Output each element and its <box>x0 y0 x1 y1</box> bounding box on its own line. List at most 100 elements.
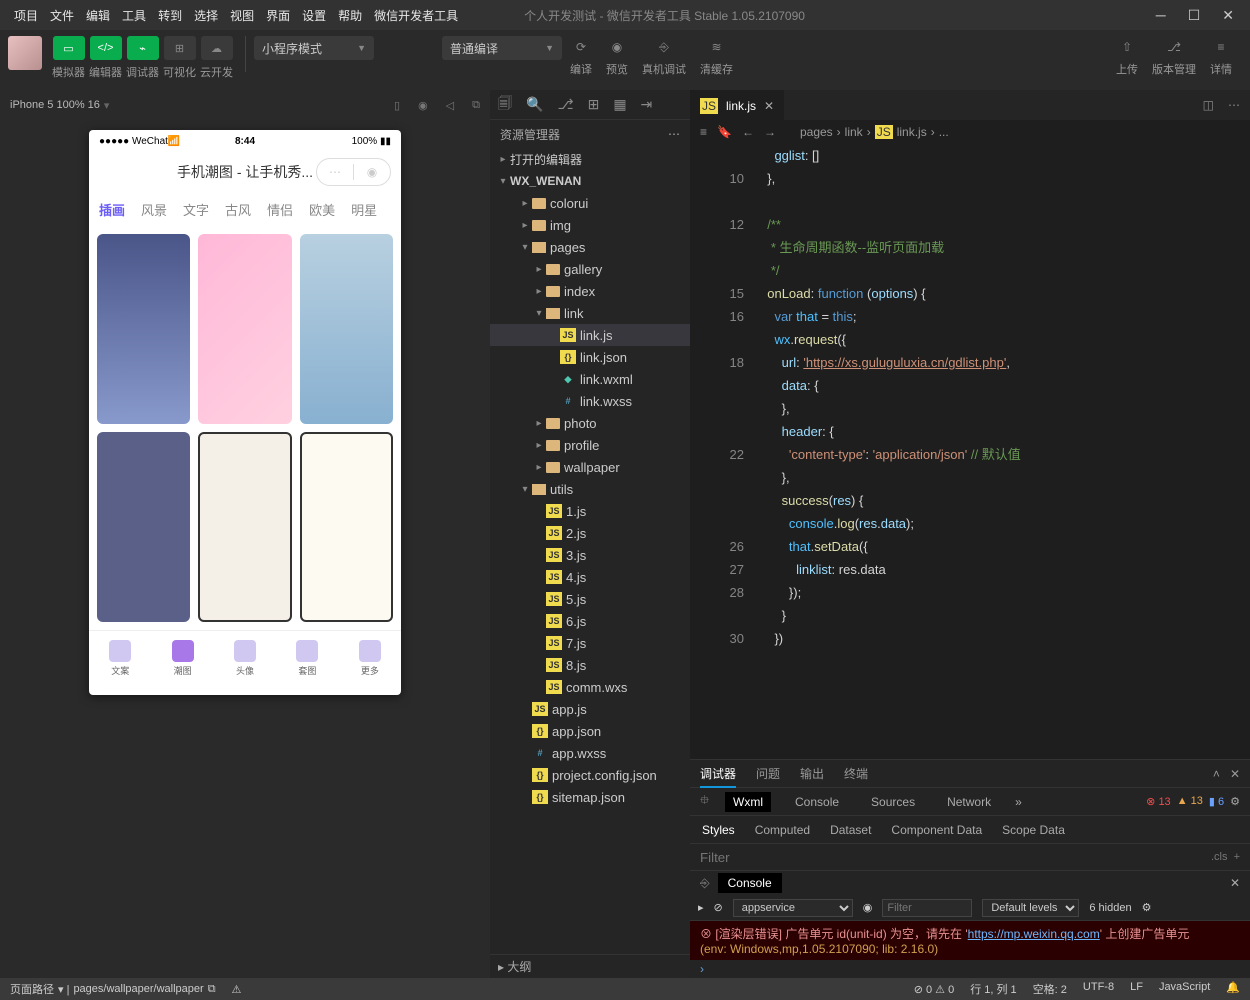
remote-debug-icon[interactable]: ⎆ <box>653 36 675 58</box>
language-info[interactable]: JavaScript <box>1159 981 1210 997</box>
subtab-wxml[interactable]: Wxml <box>725 792 771 812</box>
explorer-search-icon[interactable]: 🔍 <box>526 96 543 113</box>
tree-item-colorui[interactable]: ▸colorui <box>490 192 690 214</box>
close-tab-icon[interactable]: ✕ <box>764 99 774 113</box>
debugger-button[interactable]: ⌁ <box>127 36 159 60</box>
gallery-image[interactable] <box>198 432 291 622</box>
tree-item-app.js[interactable]: JSapp.js <box>490 698 690 720</box>
code-editor[interactable]: 10 12 1516 18 22 262728 30 gglist: [] },… <box>690 144 1250 759</box>
gallery-image[interactable] <box>97 432 190 622</box>
tabbar-item[interactable]: 头像 <box>214 631 276 686</box>
console-prompt[interactable]: › <box>690 960 1250 978</box>
compile-type-dropdown[interactable]: 普通编译▼ <box>442 36 562 60</box>
menu-help[interactable]: 帮助 <box>332 7 368 24</box>
capsule-menu-icon[interactable]: ⋯ <box>317 165 353 179</box>
settings-icon[interactable]: ⚙ <box>1230 795 1240 808</box>
explorer-more-icon[interactable]: ▦ <box>613 96 626 113</box>
tree-item-8.js[interactable]: JS8.js <box>490 654 690 676</box>
tree-item-comm.wxs[interactable]: JScomm.wxs <box>490 676 690 698</box>
nav-fwd-icon[interactable]: → <box>764 125 776 139</box>
sim-mute-icon[interactable]: ◁ <box>446 99 454 112</box>
info-count[interactable]: ▮ 6 <box>1209 795 1224 808</box>
maximize-icon[interactable]: ☐ <box>1188 7 1201 24</box>
menu-ui[interactable]: 界面 <box>260 7 296 24</box>
tree-item-5.js[interactable]: JS5.js <box>490 588 690 610</box>
close-icon[interactable]: ✕ <box>1222 7 1234 24</box>
tree-item-3.js[interactable]: JS3.js <box>490 544 690 566</box>
more-icon[interactable]: ⋯ <box>668 127 680 141</box>
notification-icon[interactable]: 🔔 <box>1226 981 1240 997</box>
tree-item-sitemap.json[interactable]: {}sitemap.json <box>490 786 690 808</box>
levels-select[interactable]: Default levels <box>982 899 1079 917</box>
error-link[interactable]: https://mp.weixin.qq.com <box>968 927 1100 941</box>
tree-item-gallery[interactable]: ▸gallery <box>490 258 690 280</box>
capsule-close-icon[interactable]: ◉ <box>354 165 390 179</box>
visual-button[interactable]: ⊞ <box>164 36 196 60</box>
styles-filter-input[interactable] <box>700 850 800 865</box>
menu-file[interactable]: 文件 <box>44 7 80 24</box>
eye-icon[interactable]: ◉ <box>863 901 873 914</box>
avatar[interactable] <box>8 36 42 70</box>
console-tab[interactable]: Console <box>718 873 782 893</box>
tree-item-6.js[interactable]: JS6.js <box>490 610 690 632</box>
cursor-pos[interactable]: 行 1, 列 1 <box>970 981 1016 997</box>
tree-item-link.js[interactable]: JSlink.js <box>490 324 690 346</box>
scope-data-tab[interactable]: Scope Data <box>1002 823 1065 837</box>
editor-button[interactable]: </> <box>90 36 122 60</box>
devtools-tab-problems[interactable]: 问题 <box>756 765 780 782</box>
console-filter-input[interactable] <box>882 899 972 917</box>
menu-select[interactable]: 选择 <box>188 7 224 24</box>
devtools-tab-terminal[interactable]: 终端 <box>844 765 868 782</box>
tree-item-pages[interactable]: ▾pages <box>490 236 690 258</box>
tabbar-item[interactable]: 套图 <box>276 631 338 686</box>
clear-cache-icon[interactable]: ≋ <box>706 36 728 58</box>
split-editor-icon[interactable]: ◫ <box>1203 98 1214 112</box>
upload-icon[interactable]: ⇧ <box>1116 36 1138 58</box>
minimize-icon[interactable]: ─ <box>1156 7 1166 24</box>
cloud-button[interactable]: ☁ <box>201 36 233 60</box>
eol-info[interactable]: LF <box>1130 981 1143 997</box>
console-settings-icon[interactable]: ⚙ <box>1142 901 1152 914</box>
category-tabs[interactable]: 插画 风景文字 古风情侣 欧美明星 <box>89 192 401 226</box>
problems-count[interactable]: ⊘ 0 ⚠ 0 <box>914 983 954 996</box>
sim-device-icon[interactable]: ▯ <box>394 99 400 112</box>
tree-item-link.wxml[interactable]: ◆link.wxml <box>490 368 690 390</box>
dataset-tab[interactable]: Dataset <box>830 823 871 837</box>
tree-item-app.json[interactable]: {}app.json <box>490 720 690 742</box>
gallery-image[interactable] <box>198 234 291 424</box>
editor-more-icon[interactable]: ⋯ <box>1228 98 1240 112</box>
tree-item-img[interactable]: ▸img <box>490 214 690 236</box>
preview-icon[interactable]: ◉ <box>606 36 628 58</box>
tree-item-profile[interactable]: ▸profile <box>490 434 690 456</box>
project-section[interactable]: ▾WX_WENAN <box>490 170 690 192</box>
tree-item-app.wxss[interactable]: #app.wxss <box>490 742 690 764</box>
error-count[interactable]: ⊗ 13 <box>1146 795 1171 808</box>
add-style-icon[interactable]: + <box>1234 851 1240 863</box>
encoding-info[interactable]: UTF-8 <box>1083 981 1114 997</box>
component-data-tab[interactable]: Component Data <box>891 823 982 837</box>
more-tabs-icon[interactable]: » <box>1015 795 1022 809</box>
opened-editors-section[interactable]: ▸打开的编辑器 <box>490 148 690 170</box>
details-icon[interactable]: ≡ <box>1210 36 1232 58</box>
explorer-collapse-icon[interactable]: ⇥ <box>641 96 653 113</box>
menu-goto[interactable]: 转到 <box>152 7 188 24</box>
menu-edit[interactable]: 编辑 <box>80 7 116 24</box>
editor-tab[interactable]: JS link.js ✕ <box>690 90 784 120</box>
styles-tab[interactable]: Styles <box>702 823 735 837</box>
gallery-image[interactable] <box>300 234 393 424</box>
version-icon[interactable]: ⎇ <box>1163 36 1185 58</box>
subtab-sources[interactable]: Sources <box>863 792 923 812</box>
warning-count[interactable]: ▲ 13 <box>1177 795 1203 808</box>
page-route[interactable]: 页面路径 ▾ | pages/wallpaper/wallpaper ⧉ <box>10 981 216 997</box>
tree-item-1.js[interactable]: JS1.js <box>490 500 690 522</box>
device-label[interactable]: iPhone 5 100% 16 <box>10 99 100 111</box>
cls-toggle[interactable]: .cls <box>1211 851 1228 863</box>
subtab-console[interactable]: Console <box>787 792 847 812</box>
tree-item-link.json[interactable]: {}link.json <box>490 346 690 368</box>
explorer-branch-icon[interactable]: ⎇ <box>557 96 573 113</box>
hidden-count[interactable]: 6 hidden <box>1089 902 1131 914</box>
menu-wxdev[interactable]: 微信开发者工具 <box>368 7 464 24</box>
indent-info[interactable]: 空格: 2 <box>1033 981 1067 997</box>
explorer-ext-icon[interactable]: ⊞ <box>588 96 600 113</box>
explorer-files-icon[interactable]: 🗐 <box>498 93 512 117</box>
